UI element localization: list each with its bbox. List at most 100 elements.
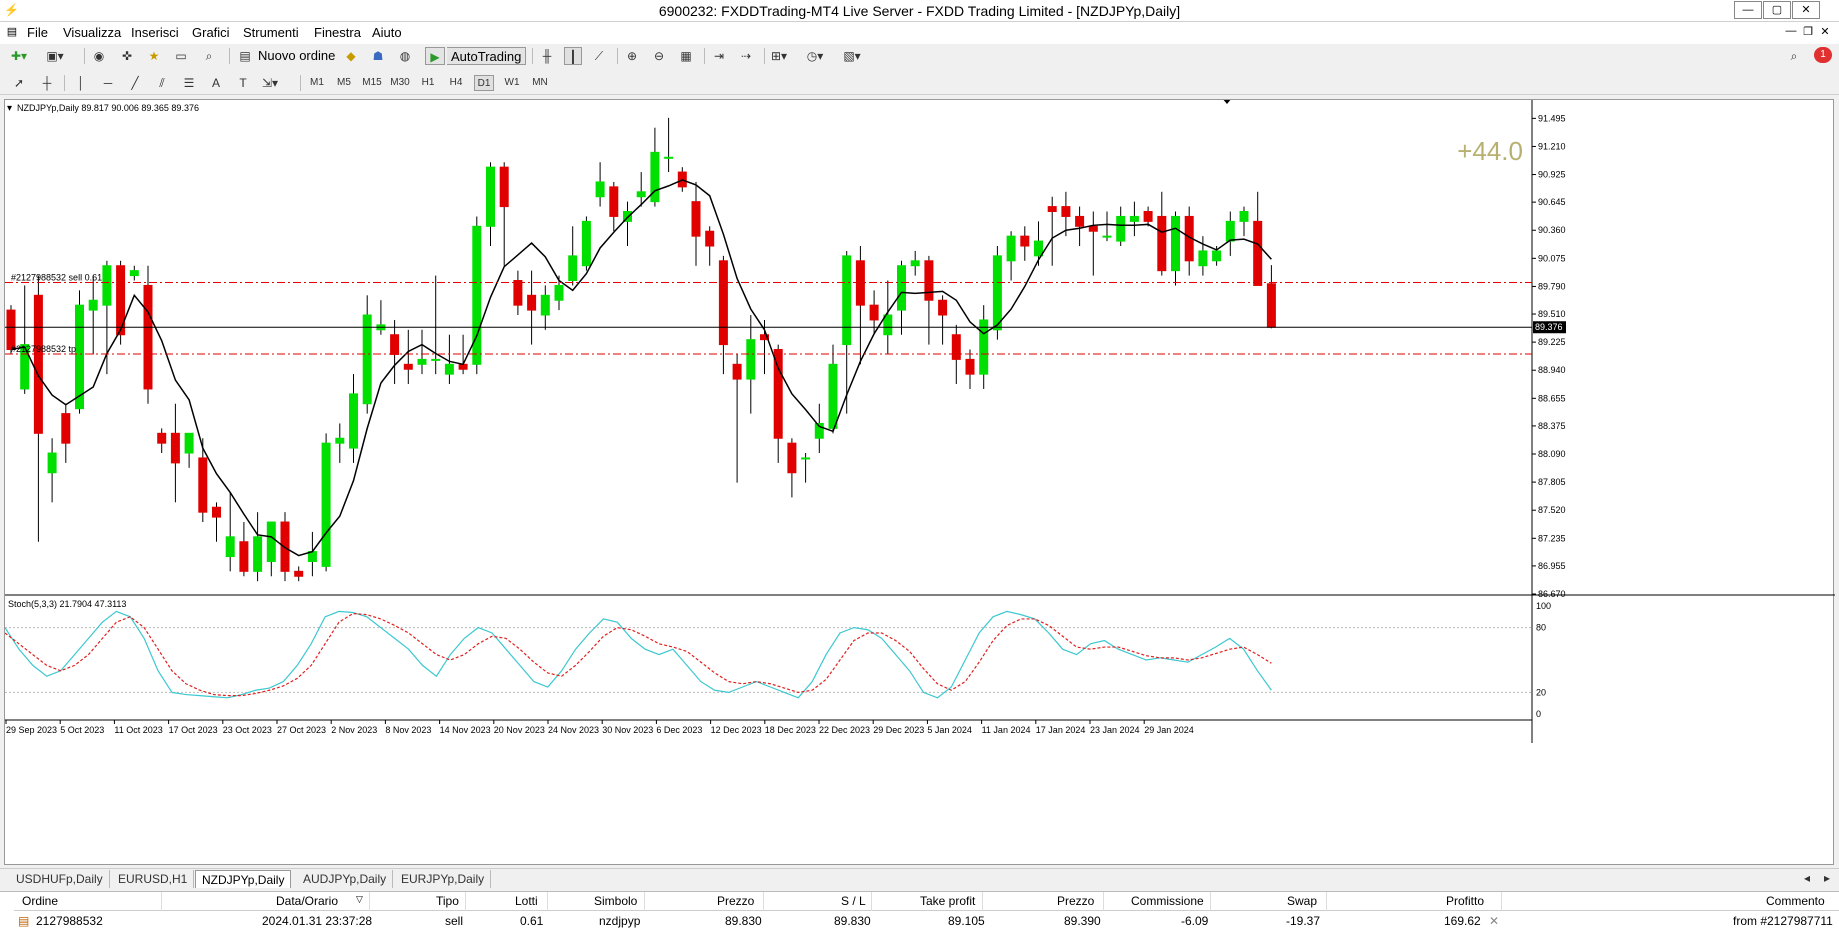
- chart-window[interactable]: 91.495 91.210 90.925 90.645 90.360 90.075 89.7…: [4, 99, 1835, 866]
- candle-body: [951, 334, 961, 360]
- mdi-close-button[interactable]: ✕: [1817, 25, 1833, 41]
- timeframe-mn[interactable]: MN: [530, 75, 550, 91]
- zoom-out-icon[interactable]: ⊖: [650, 47, 668, 65]
- tabs-scroll-right[interactable]: ▸: [1818, 869, 1836, 887]
- arrows-icon[interactable]: ⇲▾: [261, 74, 279, 92]
- templates-icon[interactable]: ▧▾: [843, 47, 861, 65]
- tab-usdhufp[interactable]: USDHUFp,Daily: [10, 870, 110, 888]
- text-label-icon[interactable]: T: [234, 74, 252, 92]
- col-take-profit[interactable]: Take profit: [920, 894, 975, 908]
- chart-shift-marker: [1223, 100, 1231, 104]
- col-data-orario[interactable]: Data/Orario: [276, 894, 338, 908]
- notification-badge[interactable]: 1: [1814, 47, 1832, 63]
- stoch-label: Stoch(5,3,3) 21.7904 47.3113: [8, 599, 126, 609]
- col-stop-loss[interactable]: S / L: [841, 894, 866, 908]
- data-window-icon[interactable]: ✜: [118, 47, 136, 65]
- time-tick-label: 30 Nov 2023: [602, 725, 653, 735]
- maximize-button[interactable]: ▢: [1763, 1, 1791, 19]
- periods-icon[interactable]: ◷▾: [806, 47, 824, 65]
- fibonacci-icon[interactable]: ☰: [180, 74, 198, 92]
- zoom-in-icon[interactable]: ⊕: [623, 47, 641, 65]
- candle-body: [184, 432, 194, 454]
- col-lotti[interactable]: Lotti: [515, 894, 538, 908]
- price-chart[interactable]: 91.495 91.210 90.925 90.645 90.360 90.075 89.7…: [5, 100, 1835, 866]
- timeframe-h1[interactable]: H1: [418, 75, 438, 91]
- candle-body: [691, 201, 701, 237]
- navigator-icon[interactable]: ★: [145, 47, 163, 65]
- menu-strumenti[interactable]: Strumenti: [243, 25, 299, 40]
- indicators-icon[interactable]: ⊞▾: [770, 47, 788, 65]
- market-watch-icon[interactable]: ◉: [90, 47, 108, 65]
- menu-file[interactable]: File: [27, 25, 48, 40]
- tab-eurjpyp[interactable]: EURJPYp,Daily: [395, 870, 492, 888]
- cell-stop-loss: 89.830: [834, 914, 871, 928]
- signals-icon[interactable]: ☗: [369, 47, 387, 65]
- mdi-minimize-button[interactable]: —: [1783, 25, 1799, 41]
- col-swap[interactable]: Swap: [1287, 894, 1317, 908]
- candle-body: [1088, 225, 1098, 232]
- terminal-icon[interactable]: ▭: [172, 47, 190, 65]
- chart-header-arrow-icon: ▾: [7, 103, 12, 114]
- timeframe-h4[interactable]: H4: [446, 75, 466, 91]
- mdi-restore-button[interactable]: ❐: [1800, 25, 1816, 41]
- text-icon[interactable]: A: [207, 74, 225, 92]
- metaeditor-icon[interactable]: ◆: [342, 47, 360, 65]
- market-icon[interactable]: ◍: [396, 47, 414, 65]
- cursor-icon[interactable]: ➚: [10, 74, 28, 92]
- strategy-tester-icon[interactable]: ⌕: [200, 47, 218, 65]
- menu-finestra[interactable]: Finestra: [314, 25, 361, 40]
- candlestick-chart-icon[interactable]: ┃: [564, 47, 582, 65]
- menu-visualizza[interactable]: Visualizza: [63, 25, 121, 40]
- tab-audjpyp[interactable]: AUDJPYp,Daily: [297, 870, 394, 888]
- line-chart-icon[interactable]: ⟋: [590, 47, 608, 65]
- col-simbolo[interactable]: Simbolo: [594, 894, 637, 908]
- new-order-button[interactable]: Nuovo ordine: [258, 47, 335, 65]
- col-prezzo-current[interactable]: Prezzo: [1057, 894, 1094, 908]
- autotrading-button[interactable]: AutoTrading: [447, 47, 527, 65]
- document-icon: ▤: [6, 26, 18, 38]
- bar-chart-icon[interactable]: ╫: [538, 47, 556, 65]
- price-tick-label: 86.955: [1538, 561, 1566, 571]
- crosshair-icon[interactable]: ┼: [38, 74, 56, 92]
- col-commento[interactable]: Commento: [1766, 894, 1825, 908]
- chart-shift-icon[interactable]: ⇥: [710, 47, 728, 65]
- time-tick-label: 27 Oct 2023: [277, 725, 326, 735]
- timeframe-m5[interactable]: M5: [334, 75, 354, 91]
- timeframe-m15[interactable]: M15: [362, 75, 382, 91]
- vertical-line-icon[interactable]: │: [72, 74, 90, 92]
- col-profitto[interactable]: Profitto: [1446, 894, 1484, 908]
- col-commissione[interactable]: Commissione: [1131, 894, 1204, 908]
- price-tick-label: 88.090: [1538, 449, 1566, 459]
- candle-body: [431, 358, 441, 361]
- trendline-icon[interactable]: ╱: [126, 74, 144, 92]
- autoscroll-icon[interactable]: ⇢: [737, 47, 755, 65]
- profiles-icon[interactable]: ▣▾: [46, 47, 64, 65]
- timeframe-m30[interactable]: M30: [390, 75, 410, 91]
- close-button[interactable]: ✕: [1792, 1, 1820, 19]
- new-order-icon[interactable]: ▤: [236, 47, 254, 65]
- equidistant-channel-icon[interactable]: ⫽: [153, 74, 171, 92]
- candle-body: [61, 413, 71, 444]
- timeframe-m1[interactable]: M1: [307, 75, 327, 91]
- chart-header: NZDJPYp,Daily 89.817 90.006 89.365 89.37…: [17, 103, 199, 113]
- table-row[interactable]: ▤ 2127988532 2024.01.31 23:37:28 sell 0.…: [14, 912, 1839, 931]
- menu-aiuto[interactable]: Aiuto: [372, 25, 402, 40]
- col-ordine[interactable]: Ordine: [22, 894, 58, 908]
- candle-body: [1006, 235, 1016, 262]
- tabs-scroll-left[interactable]: ◂: [1798, 869, 1816, 887]
- new-chart-icon[interactable]: ✚▾: [10, 47, 28, 65]
- col-prezzo-open[interactable]: Prezzo: [717, 894, 754, 908]
- menu-grafici[interactable]: Grafici: [192, 25, 230, 40]
- close-order-icon[interactable]: ✕: [1489, 914, 1499, 928]
- tab-nzdjpyp[interactable]: NZDJPYp,Daily: [195, 870, 292, 888]
- timeframe-w1[interactable]: W1: [502, 75, 522, 91]
- col-tipo[interactable]: Tipo: [436, 894, 459, 908]
- tab-eurusd[interactable]: EURUSD,H1: [112, 870, 195, 888]
- search-icon[interactable]: ⌕: [1785, 47, 1803, 65]
- timeframe-d1[interactable]: D1: [474, 75, 494, 91]
- horizontal-line-icon[interactable]: ─: [99, 74, 117, 92]
- tile-windows-icon[interactable]: ▦: [677, 47, 695, 65]
- menu-inserisci[interactable]: Inserisci: [131, 25, 179, 40]
- minimize-button[interactable]: —: [1734, 1, 1762, 19]
- autotrading-icon[interactable]: ▶: [425, 47, 445, 65]
